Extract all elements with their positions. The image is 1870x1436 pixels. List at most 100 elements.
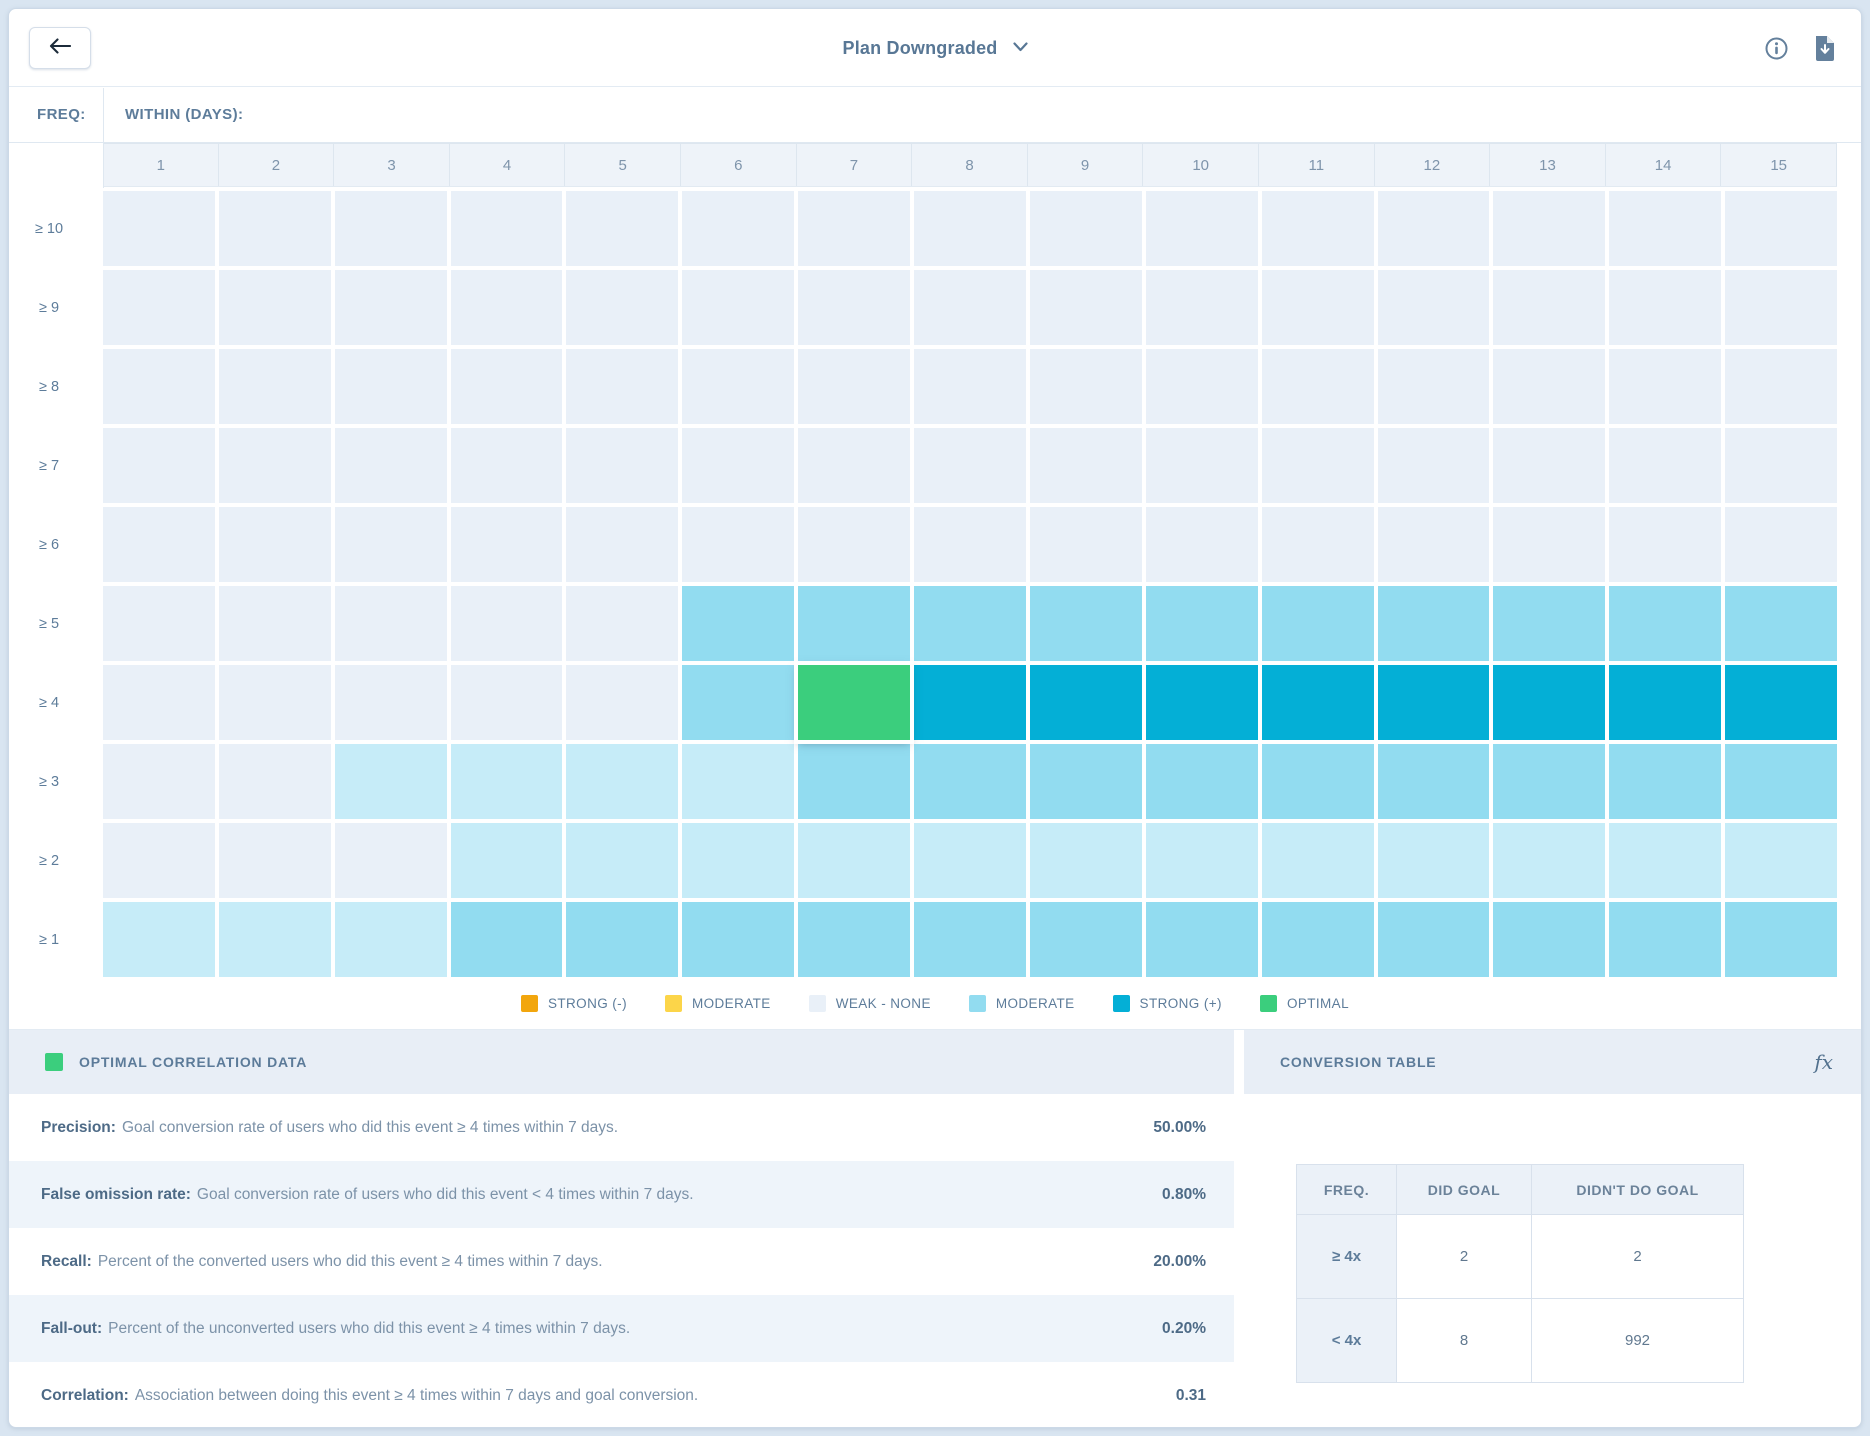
- heatmap-cell-freq7-day14[interactable]: [1609, 428, 1721, 503]
- heatmap-cell-freq1-day7[interactable]: [798, 902, 910, 977]
- heatmap-cell-freq10-day10[interactable]: [1146, 191, 1258, 266]
- heatmap-cell-freq8-day9[interactable]: [1030, 349, 1142, 424]
- heatmap-cell-freq4-day8[interactable]: [914, 665, 1026, 740]
- heatmap-cell-freq8-day10[interactable]: [1146, 349, 1258, 424]
- heatmap-cell-freq4-day9[interactable]: [1030, 665, 1142, 740]
- heatmap-cell-freq7-day6[interactable]: [682, 428, 794, 503]
- heatmap-cell-freq6-day6[interactable]: [682, 507, 794, 582]
- heatmap-cell-freq9-day14[interactable]: [1609, 270, 1721, 345]
- heatmap-cell-freq8-day5[interactable]: [566, 349, 678, 424]
- heatmap-cell-freq8-day11[interactable]: [1262, 349, 1374, 424]
- heatmap-cell-freq10-day9[interactable]: [1030, 191, 1142, 266]
- heatmap-cell-freq10-day3[interactable]: [335, 191, 447, 266]
- heatmap-cell-freq5-day1[interactable]: [103, 586, 215, 661]
- heatmap-cell-freq9-day3[interactable]: [335, 270, 447, 345]
- heatmap-cell-freq8-day15[interactable]: [1725, 349, 1837, 424]
- heatmap-cell-freq10-day8[interactable]: [914, 191, 1026, 266]
- heatmap-cell-freq5-day15[interactable]: [1725, 586, 1837, 661]
- heatmap-cell-freq2-day7[interactable]: [798, 823, 910, 898]
- heatmap-cell-freq4-day7[interactable]: [798, 665, 910, 740]
- heatmap-cell-freq9-day13[interactable]: [1493, 270, 1605, 345]
- heatmap-cell-freq3-day7[interactable]: [798, 744, 910, 819]
- heatmap-cell-freq10-day14[interactable]: [1609, 191, 1721, 266]
- info-icon[interactable]: [1765, 37, 1788, 60]
- heatmap-cell-freq9-day10[interactable]: [1146, 270, 1258, 345]
- heatmap-cell-freq5-day5[interactable]: [566, 586, 678, 661]
- heatmap-cell-freq6-day13[interactable]: [1493, 507, 1605, 582]
- heatmap-cell-freq7-day5[interactable]: [566, 428, 678, 503]
- heatmap-cell-freq10-day15[interactable]: [1725, 191, 1837, 266]
- heatmap-cell-freq7-day4[interactable]: [451, 428, 563, 503]
- heatmap-cell-freq8-day3[interactable]: [335, 349, 447, 424]
- heatmap-cell-freq6-day7[interactable]: [798, 507, 910, 582]
- heatmap-cell-freq2-day2[interactable]: [219, 823, 331, 898]
- heatmap-cell-freq3-day13[interactable]: [1493, 744, 1605, 819]
- heatmap-cell-freq9-day4[interactable]: [451, 270, 563, 345]
- heatmap-cell-freq4-day14[interactable]: [1609, 665, 1721, 740]
- heatmap-cell-freq2-day10[interactable]: [1146, 823, 1258, 898]
- heatmap-cell-freq1-day15[interactable]: [1725, 902, 1837, 977]
- heatmap-cell-freq10-day7[interactable]: [798, 191, 910, 266]
- heatmap-cell-freq5-day9[interactable]: [1030, 586, 1142, 661]
- heatmap-cell-freq6-day14[interactable]: [1609, 507, 1721, 582]
- heatmap-cell-freq1-day3[interactable]: [335, 902, 447, 977]
- heatmap-cell-freq6-day8[interactable]: [914, 507, 1026, 582]
- heatmap-cell-freq5-day13[interactable]: [1493, 586, 1605, 661]
- heatmap-cell-freq2-day3[interactable]: [335, 823, 447, 898]
- heatmap-cell-freq1-day11[interactable]: [1262, 902, 1374, 977]
- heatmap-cell-freq2-day4[interactable]: [451, 823, 563, 898]
- heatmap-cell-freq1-day8[interactable]: [914, 902, 1026, 977]
- heatmap-cell-freq4-day11[interactable]: [1262, 665, 1374, 740]
- heatmap-cell-freq6-day11[interactable]: [1262, 507, 1374, 582]
- heatmap-cell-freq3-day6[interactable]: [682, 744, 794, 819]
- heatmap-cell-freq1-day13[interactable]: [1493, 902, 1605, 977]
- heatmap-cell-freq4-day6[interactable]: [682, 665, 794, 740]
- fx-icon[interactable]: fx: [1814, 1050, 1833, 1074]
- heatmap-cell-freq4-day15[interactable]: [1725, 665, 1837, 740]
- heatmap-cell-freq10-day2[interactable]: [219, 191, 331, 266]
- heatmap-cell-freq4-day13[interactable]: [1493, 665, 1605, 740]
- heatmap-cell-freq1-day10[interactable]: [1146, 902, 1258, 977]
- heatmap-cell-freq3-day12[interactable]: [1378, 744, 1490, 819]
- heatmap-cell-freq5-day6[interactable]: [682, 586, 794, 661]
- heatmap-cell-freq6-day12[interactable]: [1378, 507, 1490, 582]
- heatmap-cell-freq4-day2[interactable]: [219, 665, 331, 740]
- heatmap-cell-freq7-day15[interactable]: [1725, 428, 1837, 503]
- heatmap-cell-freq3-day9[interactable]: [1030, 744, 1142, 819]
- heatmap-cell-freq9-day11[interactable]: [1262, 270, 1374, 345]
- heatmap-cell-freq6-day10[interactable]: [1146, 507, 1258, 582]
- heatmap-cell-freq8-day1[interactable]: [103, 349, 215, 424]
- heatmap-cell-freq5-day4[interactable]: [451, 586, 563, 661]
- heatmap-cell-freq3-day2[interactable]: [219, 744, 331, 819]
- heatmap-cell-freq3-day10[interactable]: [1146, 744, 1258, 819]
- heatmap-cell-freq9-day6[interactable]: [682, 270, 794, 345]
- heatmap-cell-freq2-day8[interactable]: [914, 823, 1026, 898]
- heatmap-cell-freq7-day13[interactable]: [1493, 428, 1605, 503]
- heatmap-cell-freq5-day2[interactable]: [219, 586, 331, 661]
- heatmap-cell-freq1-day14[interactable]: [1609, 902, 1721, 977]
- heatmap-cell-freq8-day12[interactable]: [1378, 349, 1490, 424]
- heatmap-cell-freq10-day5[interactable]: [566, 191, 678, 266]
- heatmap-cell-freq3-day1[interactable]: [103, 744, 215, 819]
- heatmap-cell-freq8-day6[interactable]: [682, 349, 794, 424]
- heatmap-cell-freq8-day7[interactable]: [798, 349, 910, 424]
- heatmap-cell-freq7-day2[interactable]: [219, 428, 331, 503]
- heatmap-cell-freq10-day6[interactable]: [682, 191, 794, 266]
- heatmap-cell-freq2-day6[interactable]: [682, 823, 794, 898]
- heatmap-cell-freq5-day7[interactable]: [798, 586, 910, 661]
- heatmap-cell-freq1-day6[interactable]: [682, 902, 794, 977]
- heatmap-cell-freq2-day11[interactable]: [1262, 823, 1374, 898]
- heatmap-cell-freq2-day5[interactable]: [566, 823, 678, 898]
- heatmap-cell-freq4-day4[interactable]: [451, 665, 563, 740]
- heatmap-cell-freq4-day12[interactable]: [1378, 665, 1490, 740]
- heatmap-cell-freq7-day1[interactable]: [103, 428, 215, 503]
- heatmap-cell-freq2-day14[interactable]: [1609, 823, 1721, 898]
- heatmap-cell-freq5-day3[interactable]: [335, 586, 447, 661]
- heatmap-cell-freq7-day12[interactable]: [1378, 428, 1490, 503]
- heatmap-cell-freq9-day5[interactable]: [566, 270, 678, 345]
- heatmap-cell-freq3-day15[interactable]: [1725, 744, 1837, 819]
- heatmap-cell-freq5-day11[interactable]: [1262, 586, 1374, 661]
- heatmap-cell-freq10-day12[interactable]: [1378, 191, 1490, 266]
- heatmap-cell-freq10-day4[interactable]: [451, 191, 563, 266]
- heatmap-cell-freq8-day13[interactable]: [1493, 349, 1605, 424]
